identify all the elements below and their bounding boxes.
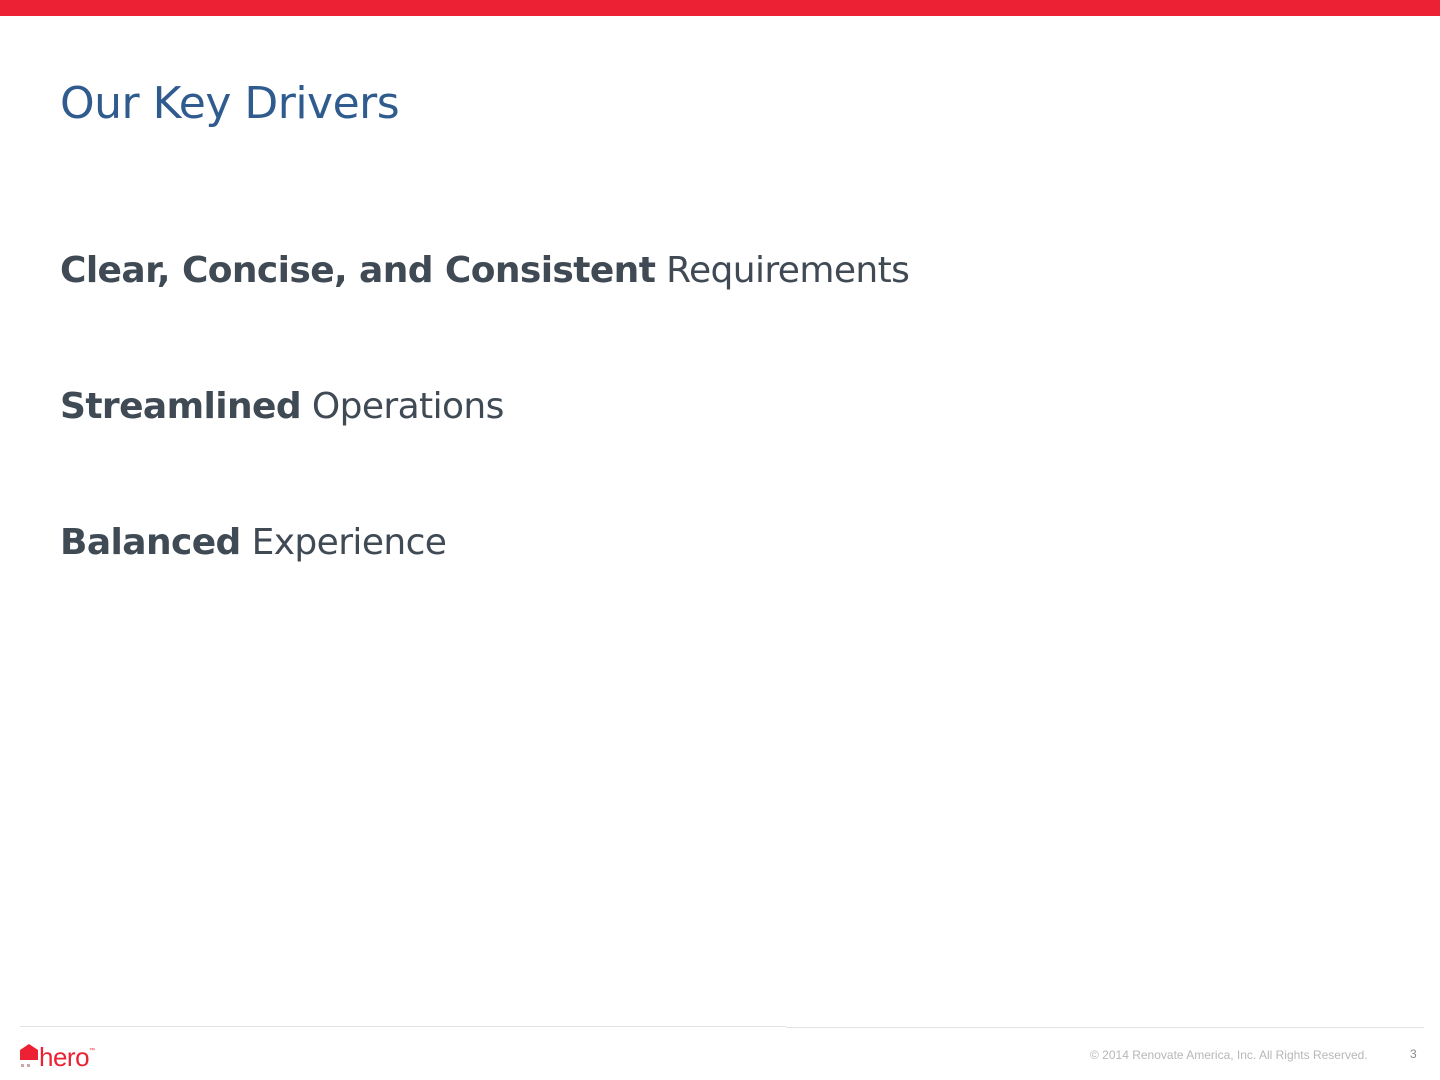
top-accent-bar bbox=[0, 0, 1440, 16]
key-driver-operations: Streamlined Operations bbox=[60, 386, 504, 427]
driver-label: Requirements bbox=[655, 250, 910, 291]
footer-divider bbox=[786, 1027, 1424, 1028]
house-roof-icon bbox=[20, 1044, 38, 1067]
logo-wordmark: hero bbox=[39, 1042, 90, 1072]
driver-emphasis: Streamlined bbox=[60, 386, 302, 427]
key-driver-experience: Balanced Experience bbox=[60, 522, 447, 563]
driver-emphasis: Balanced bbox=[60, 522, 241, 563]
page-number: 3 bbox=[1410, 1047, 1417, 1061]
slide-title: Our Key Drivers bbox=[60, 78, 400, 129]
trademark-symbol: ™ bbox=[89, 1048, 96, 1054]
driver-label: Experience bbox=[240, 522, 447, 563]
copyright-notice: © 2014 Renovate America, Inc. All Rights… bbox=[1090, 1048, 1368, 1062]
driver-label: Operations bbox=[301, 386, 505, 427]
footer-divider bbox=[20, 1026, 786, 1027]
driver-emphasis: Clear, Concise, and Consistent bbox=[60, 250, 656, 291]
key-driver-requirements: Clear, Concise, and Consistent Requireme… bbox=[60, 250, 910, 291]
hero-logo: hero ™ bbox=[20, 1038, 95, 1070]
